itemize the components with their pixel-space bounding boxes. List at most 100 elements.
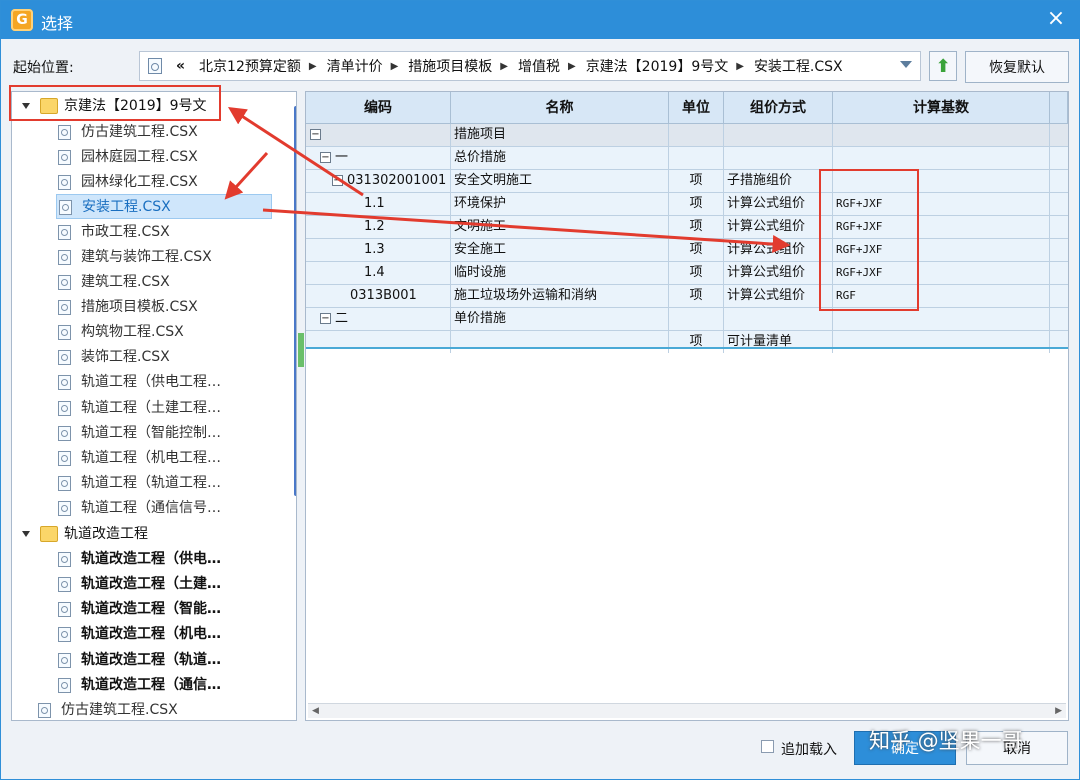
cell-base xyxy=(833,124,1050,146)
cell-unit: 项 xyxy=(669,193,724,215)
cell-code xyxy=(306,331,451,353)
table-row[interactable]: − 措施项目 xyxy=(306,124,1068,147)
table-row[interactable]: 1.1 环境保护 项 计算公式组价 RGF+JXF xyxy=(306,193,1068,216)
tree-item-label: 构筑物工程.CSX xyxy=(81,324,184,340)
tree-item-label: 措施项目模板.CSX xyxy=(81,299,198,315)
tree-item-label: 建筑与装饰工程.CSX xyxy=(81,249,212,265)
column-header-name[interactable]: 名称 xyxy=(451,92,669,124)
append-load-checkbox[interactable] xyxy=(761,740,774,753)
tree-item[interactable]: 市政工程.CSX xyxy=(58,220,170,245)
table-row[interactable]: 项 可计量清单 xyxy=(306,331,1068,353)
cell-unit xyxy=(669,308,724,330)
measures-grid: 编码 名称 单位 组价方式 计算基数 − 措施项目 − 一 总价措施 −03130… xyxy=(305,91,1069,721)
cell-code: 1.1 xyxy=(306,193,451,215)
close-icon[interactable]: × xyxy=(1045,8,1067,30)
tree-item[interactable]: 轨道改造工程（轨道… xyxy=(58,648,221,673)
collapse-icon[interactable]: − xyxy=(332,175,343,186)
collapse-icon[interactable]: − xyxy=(320,152,331,163)
breadcrumb-back[interactable]: « xyxy=(176,58,185,74)
cell-method xyxy=(724,308,833,330)
breadcrumb-item[interactable]: 增值税 xyxy=(518,56,560,76)
tree-item-selected[interactable]: 安装工程.CSX xyxy=(56,194,272,219)
breadcrumb-item[interactable]: 措施项目模板 xyxy=(408,56,492,76)
file-icon xyxy=(58,274,71,290)
file-icon xyxy=(58,626,71,642)
restore-default-button[interactable]: 恢复默认 xyxy=(965,51,1069,83)
tree-item[interactable]: 构筑物工程.CSX xyxy=(58,320,184,345)
column-header-base[interactable]: 计算基数 xyxy=(833,92,1050,124)
table-row[interactable]: − 二 单价措施 xyxy=(306,308,1068,331)
tree-item[interactable]: 装饰工程.CSX xyxy=(58,345,170,370)
cell-code: − xyxy=(306,124,451,146)
breadcrumb-item[interactable]: 清单计价 xyxy=(327,56,383,76)
scroll-right-icon[interactable]: ▶ xyxy=(1055,706,1062,716)
cell-name: 临时设施 xyxy=(451,262,669,284)
cell-method xyxy=(724,147,833,169)
collapse-icon[interactable]: − xyxy=(320,313,331,324)
breadcrumb-item[interactable]: 北京12预算定额 xyxy=(199,56,301,76)
file-icon xyxy=(58,500,71,516)
cell-code: − 二 xyxy=(306,308,451,330)
tree-item-label: 园林绿化工程.CSX xyxy=(81,174,198,190)
collapse-arrow-icon[interactable] xyxy=(22,531,30,537)
tree-item[interactable]: 措施项目模板.CSX xyxy=(58,295,198,320)
column-header-unit[interactable]: 单位 xyxy=(669,92,724,124)
tree-item[interactable]: 园林庭园工程.CSX xyxy=(58,145,198,170)
tree-item[interactable]: 建筑与装饰工程.CSX xyxy=(58,245,212,270)
cell-name: 环境保护 xyxy=(451,193,669,215)
tree-item[interactable]: 轨道工程（机电工程… xyxy=(58,446,221,471)
tree-item[interactable]: 仿古建筑工程.CSX xyxy=(58,120,198,145)
dropdown-arrow-icon[interactable] xyxy=(900,61,912,68)
tree-scrollbar[interactable] xyxy=(294,106,296,496)
tree-item[interactable]: 轨道工程（轨道工程… xyxy=(58,471,221,496)
tree-item-label: 仿古建筑工程.CSX xyxy=(81,124,198,140)
tree-item-label: 建筑工程.CSX xyxy=(81,274,170,290)
table-row[interactable]: − 一 总价措施 xyxy=(306,147,1068,170)
tree-item[interactable]: 轨道改造工程（供电… xyxy=(58,547,221,572)
file-icon xyxy=(58,475,71,491)
horizontal-scrollbar[interactable]: ◀ ▶ xyxy=(308,703,1066,718)
tree-folder[interactable]: 轨道改造工程 xyxy=(18,522,148,547)
tree-item[interactable]: 轨道改造工程（土建… xyxy=(58,572,221,597)
tree-item[interactable]: 轨道工程（土建工程… xyxy=(58,396,221,421)
cell-name: 安全施工 xyxy=(451,239,669,261)
file-icon xyxy=(58,551,71,567)
scroll-left-icon[interactable]: ◀ xyxy=(312,706,319,716)
file-icon xyxy=(38,702,51,718)
chevron-right-icon: ▶ xyxy=(308,60,317,72)
cell-method: 计算公式组价 xyxy=(724,193,833,215)
cell-unit: 项 xyxy=(669,285,724,307)
tree-item-label: 轨道改造工程（机电… xyxy=(81,626,221,642)
go-up-button[interactable]: ⬆ xyxy=(929,51,957,81)
location-breadcrumb[interactable]: « 北京12预算定额 ▶ 清单计价 ▶ 措施项目模板 ▶ 增值税 ▶ 京建法【2019】… xyxy=(139,51,921,81)
cell-name: 总价措施 xyxy=(451,147,669,169)
tree-item[interactable]: 建筑工程.CSX xyxy=(58,270,170,295)
cell-base xyxy=(833,331,1050,353)
tree-item-label: 轨道工程（供电工程… xyxy=(81,374,221,390)
file-icon xyxy=(58,374,71,390)
tree-item[interactable]: 轨道改造工程（通信… xyxy=(58,673,221,698)
tree-item[interactable]: 轨道工程（通信信号… xyxy=(58,496,221,521)
pane-splitter[interactable] xyxy=(298,333,304,367)
cell-name: 施工垃圾场外运输和消纳 xyxy=(451,285,669,307)
column-header-code[interactable]: 编码 xyxy=(306,92,451,124)
tree-item[interactable]: 轨道工程（供电工程… xyxy=(58,370,221,395)
breadcrumb-item[interactable]: 安装工程.CSX xyxy=(754,56,843,76)
title-bar: G 选择 × xyxy=(1,1,1080,39)
column-header-method[interactable]: 组价方式 xyxy=(724,92,833,124)
cell-unit: 项 xyxy=(669,262,724,284)
tree-item[interactable]: 轨道改造工程（机电… xyxy=(58,622,221,647)
tree-item[interactable]: 园林绿化工程.CSX xyxy=(58,170,198,195)
tree-item[interactable]: 轨道工程（智能控制… xyxy=(58,421,221,446)
table-row[interactable]: 1.2 文明施工 项 计算公式组价 RGF+JXF xyxy=(306,216,1068,239)
collapse-icon[interactable]: − xyxy=(310,129,321,140)
table-row[interactable]: −031302001001 安全文明施工 项 子措施组价 xyxy=(306,170,1068,193)
table-row[interactable]: 1.4 临时设施 项 计算公式组价 RGF+JXF xyxy=(306,262,1068,285)
table-row[interactable]: 1.3 安全施工 项 计算公式组价 RGF+JXF xyxy=(306,239,1068,262)
table-row[interactable]: 0313B001 施工垃圾场外运输和消纳 项 计算公式组价 RGF xyxy=(306,285,1068,308)
cell-name: 文明施工 xyxy=(451,216,669,238)
annotation-box-folder xyxy=(9,85,221,121)
tree-item[interactable]: 轨道改造工程（智能… xyxy=(58,597,221,622)
tree-item[interactable]: 仿古建筑工程.CSX xyxy=(38,698,178,720)
breadcrumb-item[interactable]: 京建法【2019】9号文 xyxy=(586,56,729,76)
